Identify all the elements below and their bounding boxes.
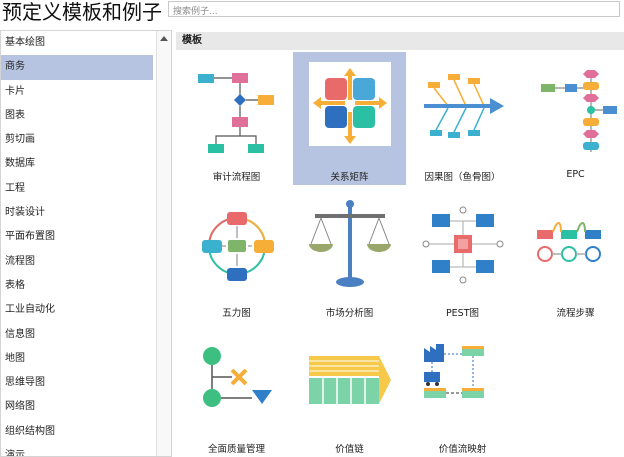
template-label: PEST图 [445,308,480,319]
sidebar-item-basic[interactable]: 基本绘图 [1,31,153,55]
audit-flowchart-icon [198,73,274,153]
template-label: 关系矩阵 [330,172,369,183]
template-process-steps[interactable]: 流程步骤 [519,188,624,321]
sidebar-scrollbar[interactable] [156,31,171,456]
value-chain-icon [309,356,391,404]
template-gallery: 模板 审计流程图 关系矩阵 因果图（鱼骨图） EPC 五力图 市场分析图 PES… [172,30,624,457]
template-label: 市场分析图 [325,308,374,319]
template-value-chain[interactable]: 价值链 [293,324,406,457]
sidebar-item-industrial[interactable]: 工业自动化 [1,298,153,322]
sidebar-item-network[interactable]: 网络图 [1,395,153,419]
template-label: 价值链 [335,444,364,455]
sidebar-item-floorplan[interactable]: 平面布置图 [1,225,153,249]
template-epc[interactable]: EPC [519,52,624,185]
sidebar-item-orgchart[interactable]: 组织结构图 [1,420,153,444]
search-input[interactable]: 搜索例子... [168,1,620,17]
fishbone-icon [424,74,504,138]
tqm-icon [203,347,272,407]
sidebar-item-map[interactable]: 地图 [1,347,153,371]
template-pest[interactable]: PEST图 [406,188,519,321]
sidebar-item-business[interactable]: 商务 [1,55,153,80]
template-value-stream[interactable]: 价值流映射 [406,324,519,457]
balance-scale-icon [309,200,391,287]
sidebar-item-clipart[interactable]: 剪切画 [1,128,153,152]
sidebar-item-flowchart[interactable]: 流程图 [1,250,153,274]
section-title: 模板 [176,32,624,50]
template-tqm[interactable]: 全面质量管理 [180,324,293,457]
template-relationship-matrix[interactable]: 关系矩阵 [293,52,406,185]
template-five-forces[interactable]: 五力图 [180,188,293,321]
template-label: 价值流映射 [438,444,487,455]
template-market-analysis[interactable]: 市场分析图 [293,188,406,321]
page-title: 预定义模板和例子 [2,0,162,24]
sidebar-item-engineering[interactable]: 工程 [1,177,153,201]
sidebar-item-infographic[interactable]: 信息图 [1,323,153,347]
template-label: EPC [566,169,585,180]
template-label: 流程步骤 [556,308,595,319]
epc-icon [541,70,617,152]
scroll-up-icon[interactable] [160,36,168,41]
sidebar-item-fashion[interactable]: 时装设计 [1,201,153,225]
sidebar-item-cards[interactable]: 卡片 [1,80,153,104]
sidebar-item-database[interactable]: 数据库 [1,152,153,176]
category-sidebar: 基本绘图 商务 卡片 图表 剪切画 数据库 工程 时装设计 平面布置图 流程图 … [0,30,172,457]
value-stream-icon [424,344,484,398]
process-steps-icon [537,222,601,262]
template-fishbone[interactable]: 因果图（鱼骨图） [406,52,519,185]
five-forces-icon [202,212,274,281]
sidebar-item-presentation[interactable]: 演示 [1,444,153,456]
sidebar-item-tables[interactable]: 表格 [1,274,153,298]
sidebar-item-mindmap[interactable]: 思维导图 [1,371,153,395]
template-audit-flowchart[interactable]: 审计流程图 [180,52,293,185]
pest-icon [422,206,504,284]
template-label: 因果图（鱼骨图） [424,172,501,183]
template-label: 全面质量管理 [207,444,265,455]
template-label: 五力图 [222,308,251,319]
sidebar-item-charts[interactable]: 图表 [1,104,153,128]
relationship-matrix-icon [309,62,391,146]
template-label: 审计流程图 [212,172,261,183]
